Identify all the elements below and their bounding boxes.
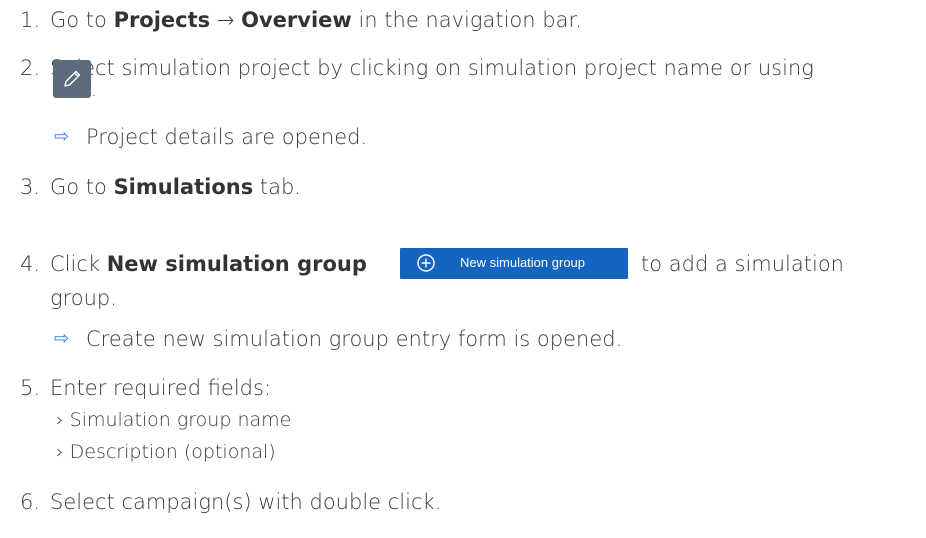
result-arrow-icon: ⇨ — [54, 126, 70, 147]
step-text: Click New simulation group — [50, 252, 367, 276]
step-number: 4. — [20, 252, 41, 276]
step-number: 2. — [20, 56, 41, 80]
sub-item: › Simulation group name — [56, 409, 292, 431]
result-text: Create new simulation group entry form i… — [86, 327, 623, 351]
step-number: 5. — [20, 376, 41, 400]
result-text: Project details are opened. — [86, 125, 368, 149]
step-text: Go to Simulations tab. — [50, 175, 301, 199]
instruction-document: 1. Go to Projects → Overview in the navi… — [0, 0, 926, 538]
sub-item: › Description (optional) — [56, 441, 276, 463]
result-arrow-icon: ⇨ — [54, 328, 70, 349]
plus-circle-icon — [417, 254, 435, 272]
new-simulation-group-button[interactable]: New simulation group — [400, 248, 628, 279]
step-text: Go to Projects → Overview in the navigat… — [50, 8, 582, 32]
bold-term-new-simulation-group: New simulation group — [106, 252, 367, 276]
step-number: 6. — [20, 490, 41, 514]
step-text: Select simulation project by clicking on… — [50, 56, 814, 80]
step-text-wrap: group. — [50, 286, 117, 310]
bold-term-simulations: Simulations — [113, 175, 254, 199]
step-text: Select campaign(s) with double click. — [50, 490, 442, 514]
step-text-continued: to add a simulation — [641, 252, 844, 276]
bold-term-overview: Overview — [241, 8, 352, 32]
nav-arrow: → — [210, 8, 242, 32]
step-number: 1. — [20, 8, 41, 32]
pencil-edit-icon — [64, 70, 81, 87]
step-text: Enter required fields: — [50, 376, 272, 400]
edit-project-button[interactable] — [53, 60, 91, 98]
button-label: New simulation group — [460, 255, 586, 270]
trailing-period: . — [91, 80, 97, 101]
step-number: 3. — [20, 175, 41, 199]
bold-term-projects: Projects — [113, 8, 211, 32]
